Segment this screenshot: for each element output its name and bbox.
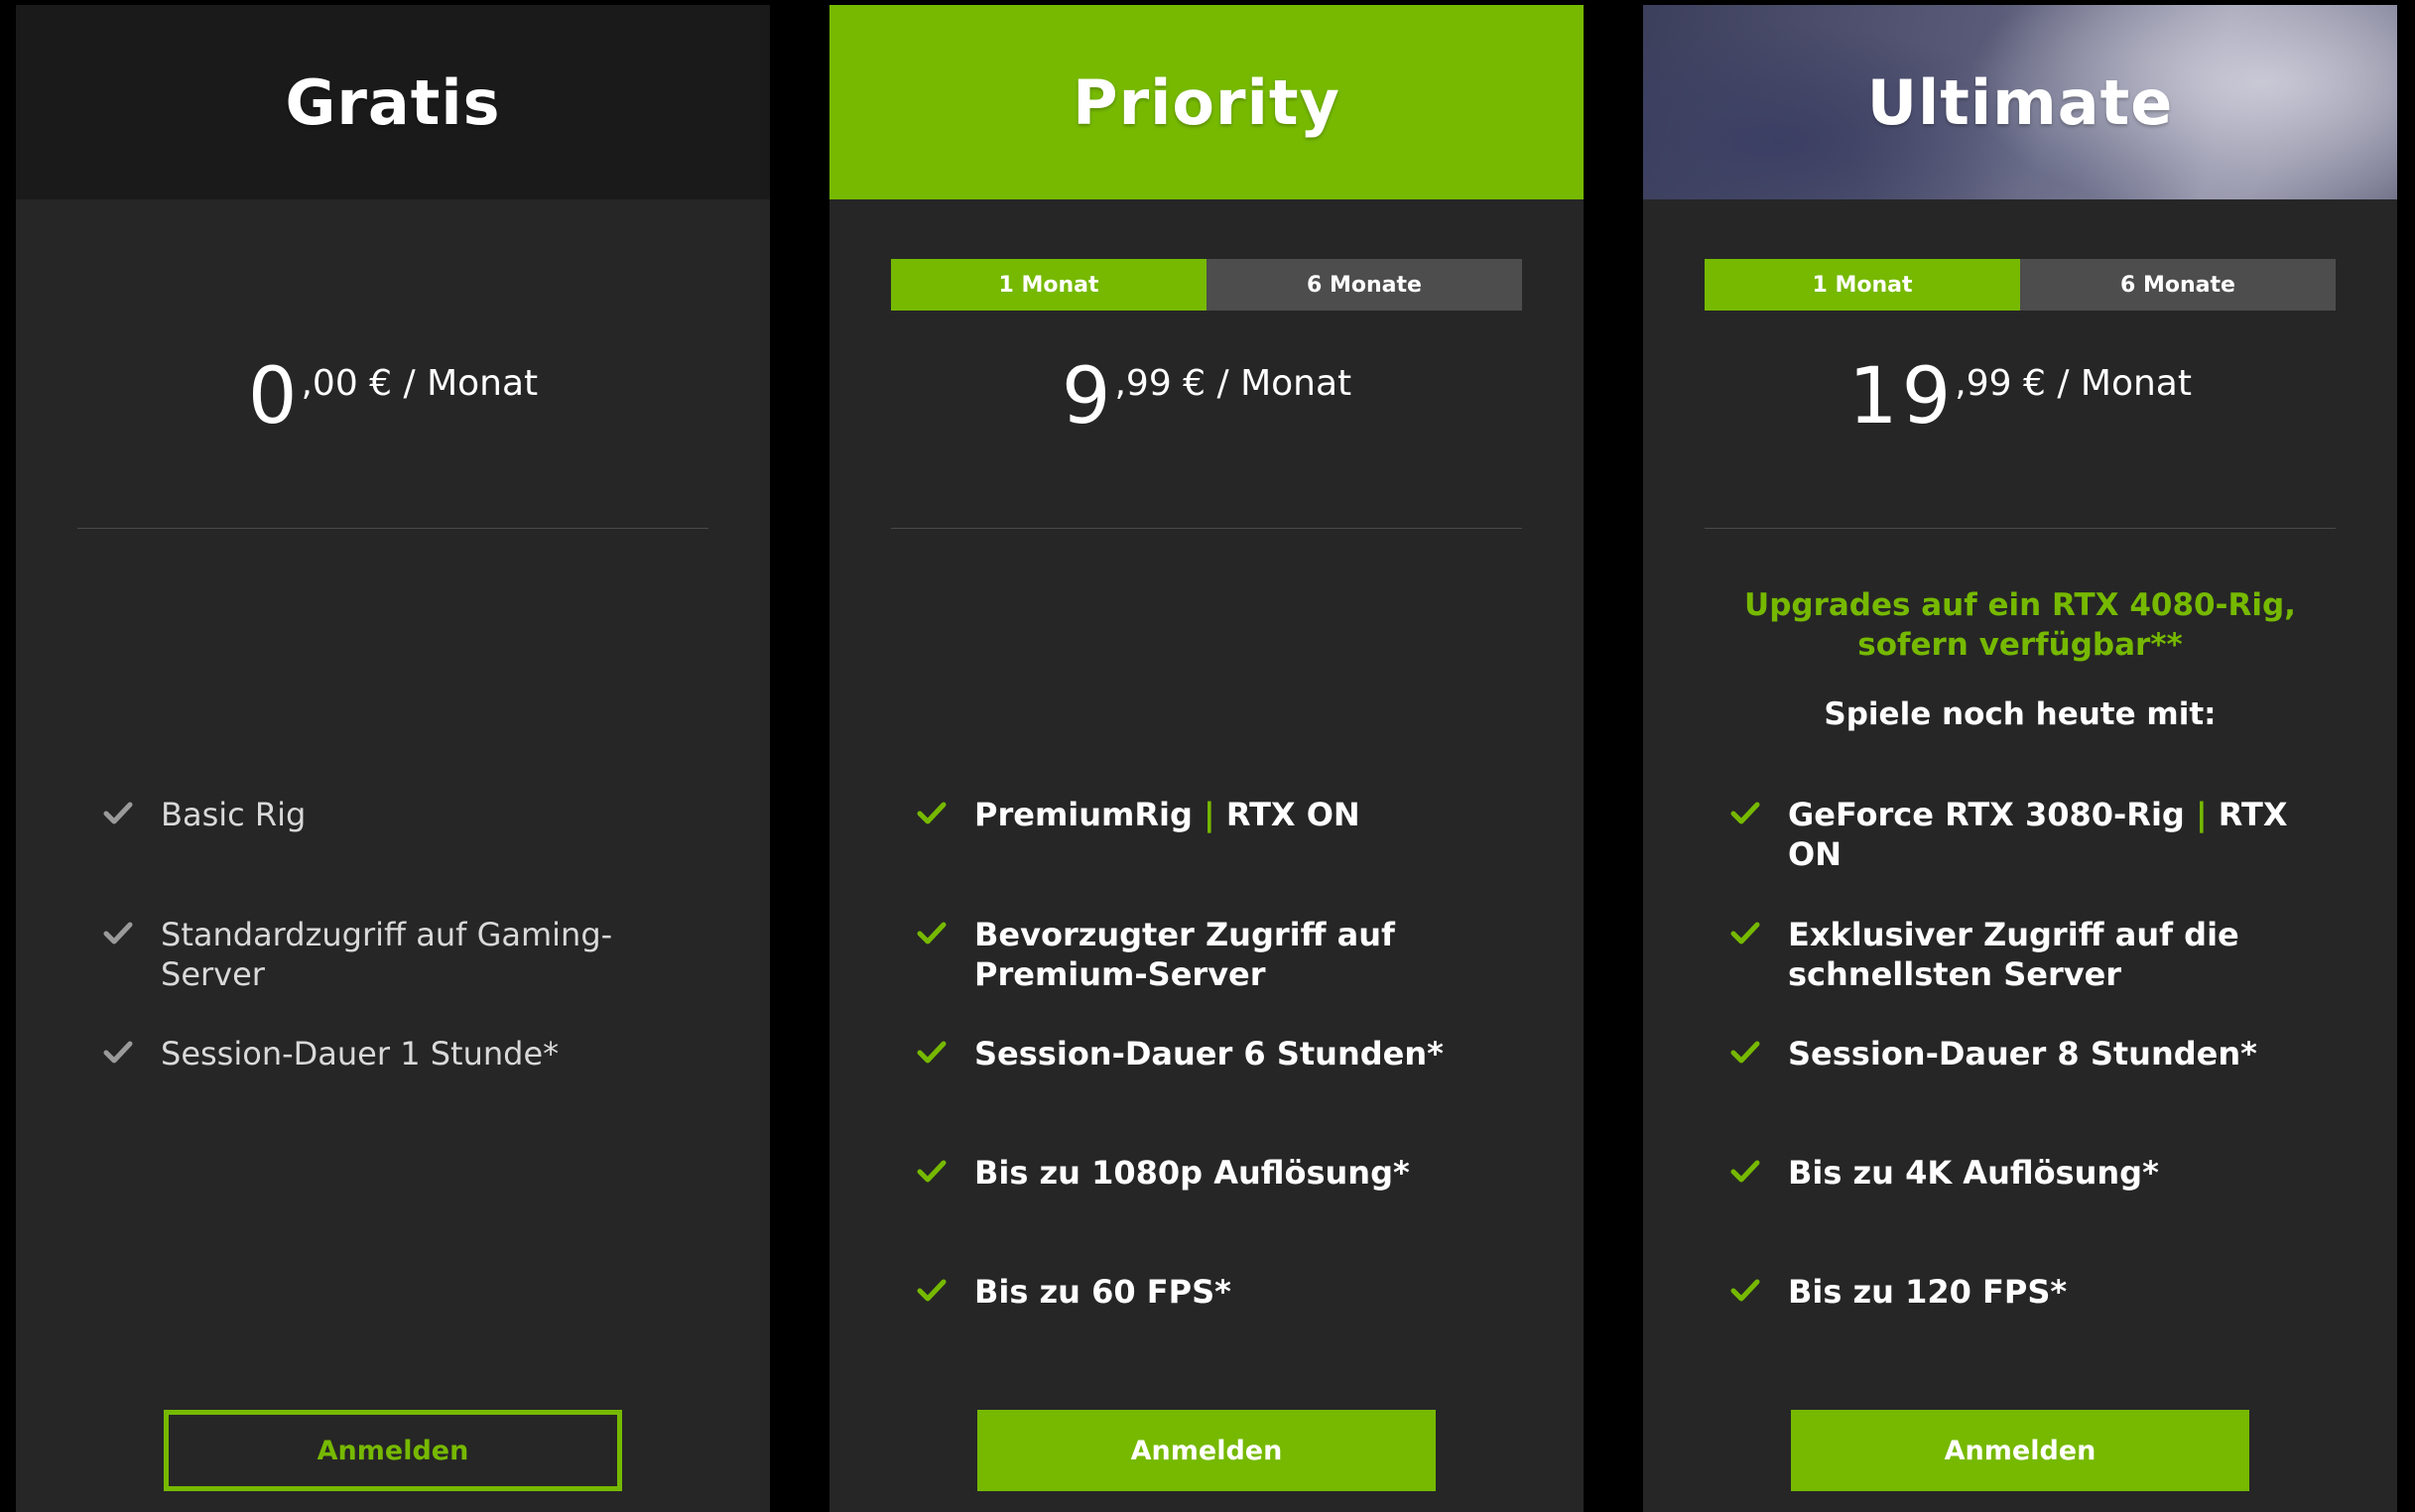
toggle-1-month[interactable]: 1 Monat [891, 259, 1207, 311]
feature-item: Bis zu 120 FPS* [1728, 1272, 2344, 1312]
feature-text: Bis zu 1080p Auflösung* [974, 1154, 1410, 1192]
separator: | [2195, 796, 2208, 833]
plan-price: 0 ,00 € / Monat [16, 352, 770, 441]
feature-item: PremiumRig | RTX ON [915, 795, 1530, 834]
plan-title: Gratis [285, 65, 501, 139]
check-icon [103, 922, 133, 945]
signup-button[interactable]: Anmelden [1791, 1410, 2249, 1491]
feature-item: GeForce RTX 3080-Rig | RTX ON [1728, 795, 2344, 874]
plan-title: Ultimate [1866, 65, 2174, 139]
check-icon [1730, 922, 1760, 945]
check-icon [103, 802, 133, 824]
signup-button[interactable]: Anmelden [164, 1410, 622, 1491]
feature-text: Session-Dauer 1 Stunde* [161, 1035, 560, 1072]
feature-item: Session-Dauer 8 Stunden* [1728, 1034, 2344, 1073]
check-icon [917, 1160, 947, 1183]
check-icon [1730, 1041, 1760, 1064]
feature-item: Basic Rig [101, 795, 716, 834]
toggle-6-months[interactable]: 6 Monate [1207, 259, 1522, 311]
feature-text-part: RTX ON [1225, 796, 1360, 833]
check-icon [917, 1279, 947, 1302]
check-icon [917, 802, 947, 824]
feature-item: Standardzugriff auf Gaming-Server [101, 915, 716, 994]
billing-period-toggle: 1 Monat 6 Monate [891, 259, 1522, 311]
feature-text: Bis zu 60 FPS* [974, 1273, 1231, 1311]
feature-item: Session-Dauer 6 Stunden* [915, 1034, 1530, 1073]
plan-price: 19 ,99 € / Monat [1643, 352, 2397, 441]
feature-text: Standardzugriff auf Gaming-Server [161, 916, 613, 993]
feature-text: Bis zu 4K Auflösung* [1788, 1154, 2159, 1192]
plan-header: Priority [829, 5, 1584, 199]
check-icon [1730, 802, 1760, 824]
upgrade-highlight: Upgrades auf ein RTX 4080-Rig, sofern ve… [1744, 587, 2296, 663]
price-decimal-period: ,00 € / Monat [301, 363, 539, 404]
check-icon [1730, 1279, 1760, 1302]
toggle-6-months[interactable]: 6 Monate [2020, 259, 2336, 311]
plan-price: 9 ,99 € / Monat [829, 352, 1584, 441]
price-integer: 0 [247, 352, 302, 441]
feature-text: Bevorzugter Zugriff auf Premium-Server [974, 916, 1395, 993]
separator: | [1204, 796, 1215, 833]
plan-card-ultimate: Ultimate 1 Monat 6 Monate 19 ,99 € / Mon… [1643, 5, 2397, 1512]
feature-item: Session-Dauer 1 Stunde* [101, 1034, 716, 1073]
divider [891, 528, 1522, 529]
feature-text: Basic Rig [161, 796, 307, 833]
check-icon [917, 922, 947, 945]
price-decimal-period: ,99 € / Monat [1114, 363, 1352, 404]
plan-header: Ultimate [1643, 5, 2397, 199]
feature-text: Bis zu 120 FPS* [1788, 1273, 2068, 1311]
feature-item: Exklusiver Zugriff auf die schnellsten S… [1728, 915, 2344, 994]
billing-period-toggle: 1 Monat 6 Monate [1705, 259, 2336, 311]
divider [1705, 528, 2336, 529]
feature-text-part: PremiumRig [974, 796, 1193, 833]
plan-card-priority: Priority 1 Monat 6 Monate 9 ,99 € / Mona… [829, 5, 1584, 1512]
feature-text: PremiumRig | RTX ON [974, 795, 1360, 834]
check-icon [917, 1041, 947, 1064]
feature-item: Bis zu 1080p Auflösung* [915, 1153, 1530, 1193]
feature-text: Session-Dauer 6 Stunden* [974, 1035, 1444, 1072]
price-integer: 19 [1848, 352, 1956, 441]
price-decimal-period: ,99 € / Monat [1955, 363, 2192, 404]
divider [77, 528, 708, 529]
check-icon [103, 1041, 133, 1064]
signup-button[interactable]: Anmelden [977, 1410, 1436, 1491]
feature-item: Bevorzugter Zugriff auf Premium-Server [915, 915, 1530, 994]
check-icon [1730, 1160, 1760, 1183]
feature-item: Bis zu 4K Auflösung* [1728, 1153, 2344, 1193]
plan-header: Gratis [16, 5, 770, 199]
features-subheading: Spiele noch heute mit: [1824, 696, 2217, 732]
feature-text: Session-Dauer 8 Stunden* [1788, 1035, 2257, 1072]
feature-item: Bis zu 60 FPS* [915, 1272, 1530, 1312]
plan-card-gratis: Gratis 0 ,00 € / Monat Basic Rig Standar… [16, 5, 770, 1512]
plan-title: Priority [1073, 65, 1340, 139]
price-integer: 9 [1061, 352, 1115, 441]
feature-text-part: GeForce RTX 3080-Rig [1788, 796, 2185, 833]
feature-text: GeForce RTX 3080-Rig | RTX ON [1788, 795, 2344, 874]
toggle-1-month[interactable]: 1 Monat [1705, 259, 2020, 311]
feature-text: Exklusiver Zugriff auf die schnellsten S… [1788, 916, 2239, 993]
